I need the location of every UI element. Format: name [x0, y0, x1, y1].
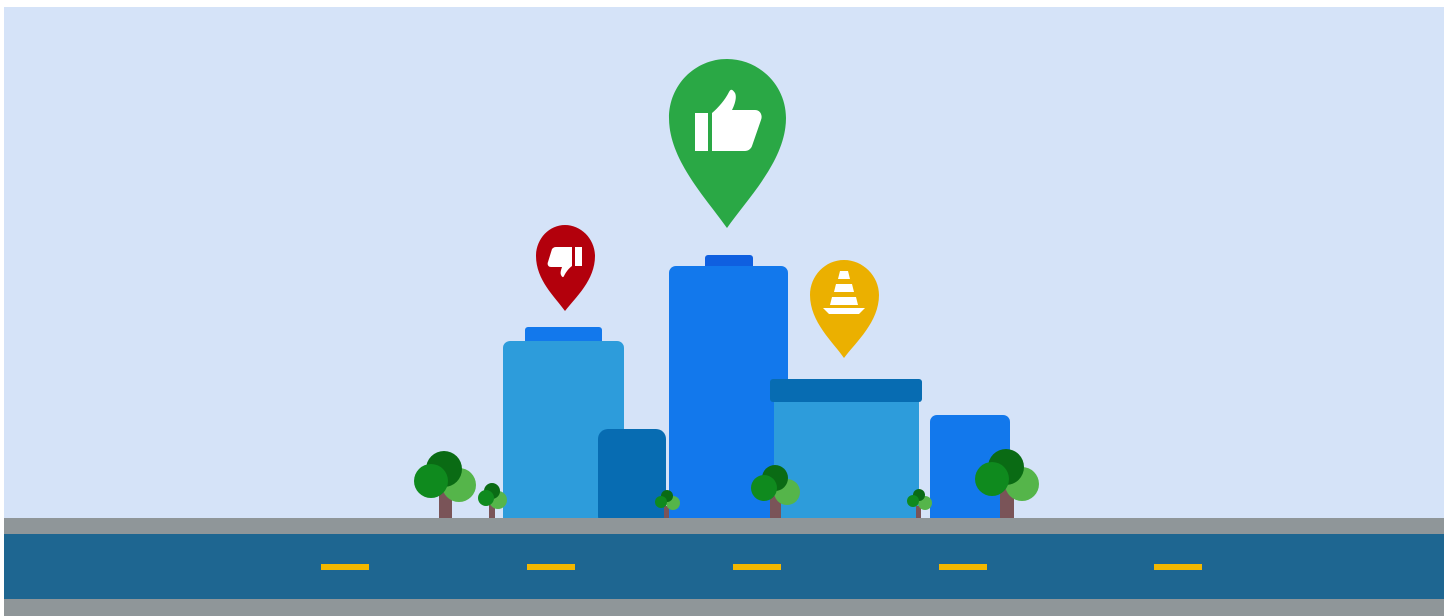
sidewalk-top	[4, 518, 1444, 535]
lane-dash	[321, 564, 369, 570]
lane-dash	[939, 564, 987, 570]
building-right	[774, 395, 919, 526]
sidewalk-bottom	[4, 599, 1444, 616]
illustration-canvas	[0, 0, 1452, 616]
building-right-roof	[770, 379, 922, 402]
building-small-dark	[598, 429, 666, 526]
lane-dash	[1154, 564, 1202, 570]
city-map-illustration	[0, 0, 1452, 616]
road	[4, 534, 1444, 600]
lane-dash	[733, 564, 781, 570]
lane-dash	[527, 564, 575, 570]
